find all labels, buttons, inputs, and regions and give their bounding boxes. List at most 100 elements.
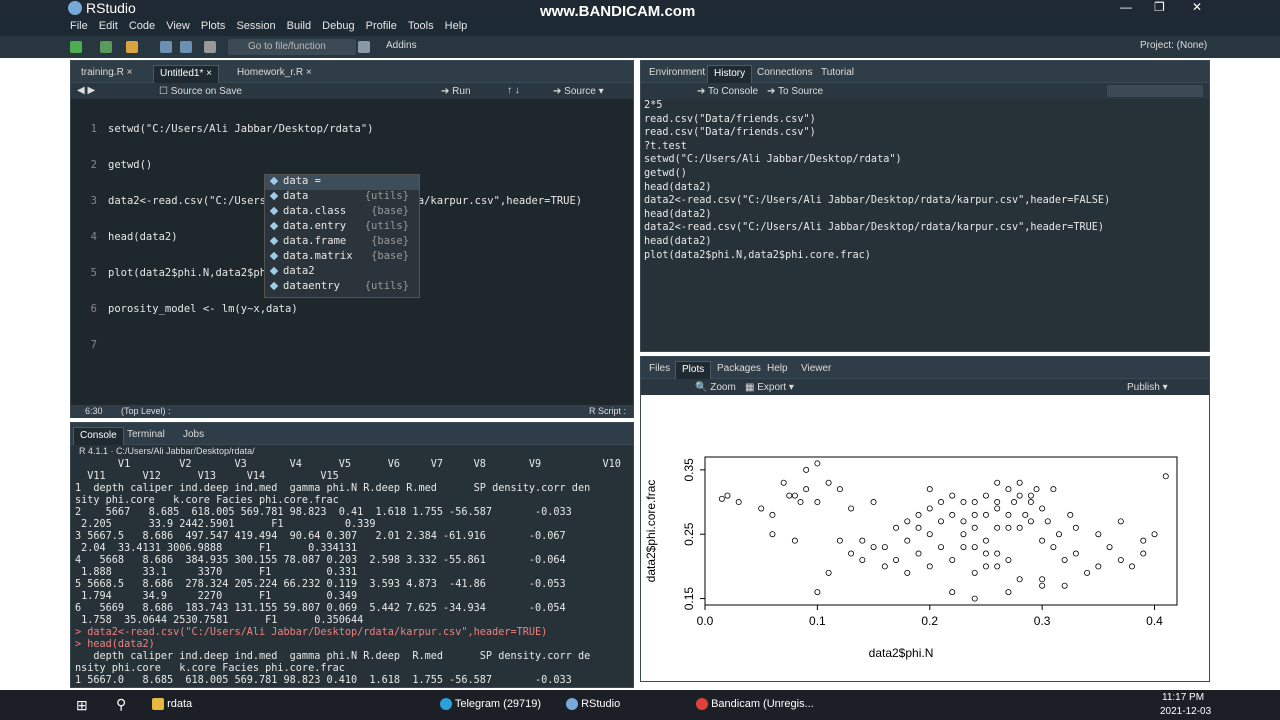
history-item[interactable]: plot(data2$phi.N,data2$phi.core.frac): [644, 249, 1110, 263]
history-item[interactable]: head(data2): [644, 208, 1110, 222]
menu-tools[interactable]: Tools: [408, 20, 434, 32]
console-line: depth caliper ind.deep ind.med gamma phi…: [75, 651, 591, 662]
history-item[interactable]: 2*5: [644, 99, 1110, 113]
data-point: [1027, 492, 1034, 499]
up-arrow-icon[interactable]: ↑ ↓: [507, 85, 520, 96]
menu-help[interactable]: Help: [445, 20, 468, 32]
data-point: [971, 544, 978, 551]
data-point: [859, 537, 866, 544]
data-point: [994, 479, 1001, 486]
tab-training-r[interactable]: training.R ×: [75, 65, 138, 83]
file-type-indicator[interactable]: R Script :: [589, 406, 626, 416]
taskbar-rdata[interactable]: rdata: [152, 698, 192, 711]
tab-untitled1[interactable]: Untitled1* ×: [153, 65, 219, 83]
export-button[interactable]: ▦ Export ▾: [745, 382, 794, 393]
menu-plots[interactable]: Plots: [201, 20, 225, 32]
tab-tutorial[interactable]: Tutorial: [815, 65, 860, 83]
run-button[interactable]: ➔ Run: [441, 86, 471, 97]
minimize-icon[interactable]: —: [1120, 0, 1132, 14]
taskbar-rstudio[interactable]: RStudio: [566, 698, 620, 711]
history-item[interactable]: getwd(): [644, 167, 1110, 181]
autocomplete-item[interactable]: data.frame {base}: [265, 235, 419, 250]
menu-profile[interactable]: Profile: [366, 20, 397, 32]
history-item[interactable]: data2<-read.csv("C:/Users/Ali Jabbar/Des…: [644, 221, 1110, 235]
addins-menu[interactable]: Addins: [386, 40, 417, 51]
autocomplete-name: data.matrix: [283, 250, 353, 262]
tab-plots[interactable]: Plots: [675, 361, 712, 379]
tab-viewer[interactable]: Viewer: [795, 361, 837, 379]
to-source-button[interactable]: ➔ To Source: [767, 86, 823, 97]
taskbar-bandicam[interactable]: Bandicam (Unregis...: [696, 698, 814, 711]
history-item[interactable]: data2<-read.csv("C:/Users/Ali Jabbar/Des…: [644, 194, 1110, 208]
menu-code[interactable]: Code: [129, 20, 155, 32]
folder-icon: [152, 698, 164, 711]
project-menu[interactable]: Project: (None): [1140, 40, 1207, 51]
maximize-icon[interactable]: ❐: [1154, 0, 1165, 14]
autocomplete-item[interactable]: dataentry {utils}: [265, 280, 419, 295]
menu-edit[interactable]: Edit: [99, 20, 118, 32]
windows-start-icon[interactable]: ⊞: [76, 697, 88, 714]
history-item[interactable]: read.csv("Data/friends.csv"): [644, 113, 1110, 127]
autocomplete-item[interactable]: data {utils}: [265, 190, 419, 205]
history-item[interactable]: head(data2): [644, 181, 1110, 195]
clock-date[interactable]: 2021-12-03: [1160, 706, 1211, 717]
history-item[interactable]: head(data2): [644, 235, 1110, 249]
history-item[interactable]: setwd("C:/Users/Ali Jabbar/Desktop/rdata…: [644, 153, 1110, 167]
console-line: 1.794 34.9 2270 F1 0.349: [75, 591, 358, 602]
save-icon[interactable]: [160, 41, 172, 53]
taskbar-telegram[interactable]: Telegram (29719): [440, 698, 541, 711]
save-all-icon[interactable]: [180, 41, 192, 53]
code-line: setwd("C:/Users/Ali Jabbar/Desktop/rdata…: [108, 123, 374, 135]
tab-homework-r[interactable]: Homework_r.R ×: [231, 65, 318, 83]
history-search-input[interactable]: [1107, 85, 1203, 97]
menu-session[interactable]: Session: [236, 20, 275, 32]
data-point: [949, 492, 956, 499]
autocomplete-item[interactable]: data2: [265, 265, 419, 280]
data-point: [949, 589, 956, 596]
new-file-icon[interactable]: [70, 41, 82, 53]
data-point: [1039, 505, 1046, 512]
autocomplete-item[interactable]: data.class {base}: [265, 205, 419, 220]
data-point: [1022, 511, 1029, 518]
tab-packages[interactable]: Packages: [711, 361, 767, 379]
data-point: [926, 531, 933, 538]
zoom-button[interactable]: 🔍 Zoom: [695, 382, 736, 393]
print-icon[interactable]: [204, 41, 216, 53]
autocomplete-item[interactable]: data =: [265, 175, 419, 190]
tab-help[interactable]: Help: [761, 361, 794, 379]
tab-jobs[interactable]: Jobs: [177, 427, 210, 445]
tab-history[interactable]: History: [707, 65, 753, 83]
code-area[interactable]: 1 2 3 4 5 6 7 setwd("C:/Users/Ali Jabbar…: [71, 99, 633, 405]
scope-indicator[interactable]: (Top Level) :: [121, 406, 171, 416]
open-file-icon[interactable]: [126, 41, 138, 53]
autocomplete-item[interactable]: data.entry {utils}: [265, 220, 419, 235]
search-icon[interactable]: ⚲: [116, 696, 126, 713]
menu-debug[interactable]: Debug: [322, 20, 354, 32]
console-output[interactable]: V1 V2 V3 V4 V5 V6 V7 V8 V9 V10 V11 V12 V…: [75, 459, 627, 687]
menu-build[interactable]: Build: [287, 20, 311, 32]
tab-terminal[interactable]: Terminal: [121, 427, 171, 445]
source-on-save-checkbox[interactable]: ☐ Source on Save: [159, 86, 242, 97]
rstudio-logo-icon: [68, 1, 82, 15]
tab-console[interactable]: Console: [73, 427, 124, 445]
to-console-button[interactable]: ➔ To Console: [697, 86, 758, 97]
new-project-icon[interactable]: [100, 41, 112, 53]
publish-button[interactable]: Publish ▾: [1127, 382, 1168, 393]
back-icon[interactable]: ◀ ▶: [77, 85, 95, 96]
goto-file-input[interactable]: Go to file/function: [228, 39, 356, 55]
data-point: [848, 550, 855, 557]
history-item[interactable]: ?t.test: [644, 140, 1110, 154]
tab-files[interactable]: Files: [643, 361, 676, 379]
tab-environment[interactable]: Environment: [643, 65, 711, 83]
close-icon[interactable]: ✕: [1192, 0, 1202, 14]
grid-icon[interactable]: [358, 41, 370, 53]
clock-time[interactable]: 11:17 PM: [1162, 692, 1204, 703]
source-button[interactable]: ➔ Source ▾: [553, 86, 604, 97]
history-item[interactable]: read.csv("Data/friends.csv"): [644, 126, 1110, 140]
autocomplete-item[interactable]: data.matrix {base}: [265, 250, 419, 265]
console-line: 3 5667.5 8.686 497.547 419.494 90.64 0.3…: [75, 531, 566, 542]
menu-file[interactable]: File: [70, 20, 88, 32]
data-point: [915, 524, 922, 531]
tab-connections[interactable]: Connections: [751, 65, 819, 83]
menu-view[interactable]: View: [166, 20, 190, 32]
